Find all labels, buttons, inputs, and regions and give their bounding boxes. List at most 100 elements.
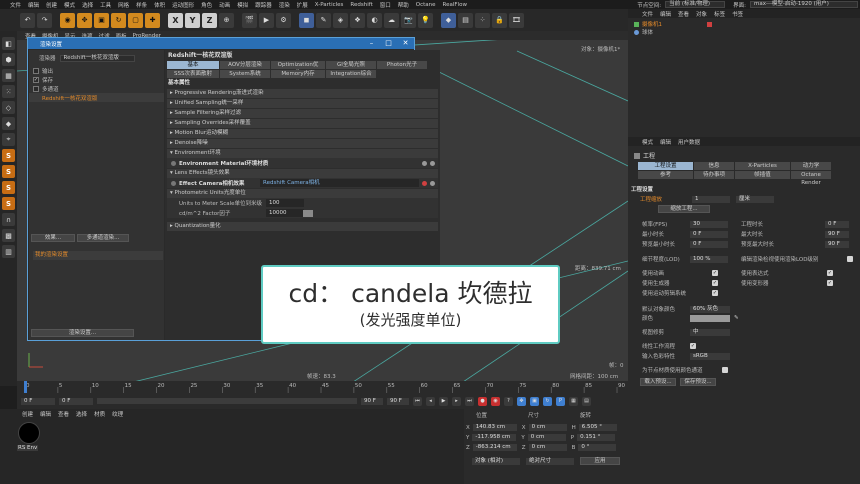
menu-item-window[interactable]: 窗口 [380, 1, 391, 9]
objects-menu-object[interactable]: 对象 [696, 10, 707, 18]
section-lens-effects[interactable]: ▾ Lens Effects镜头效果 [167, 169, 438, 178]
sidebar-item-output[interactable]: 输出 [29, 66, 164, 75]
use-generators-checkbox[interactable]: ✓ [712, 280, 718, 286]
materials-menu-texture[interactable]: 纹理 [112, 410, 123, 418]
prev-frame-icon[interactable]: ◂ [426, 396, 435, 406]
material-name[interactable]: RS Env [17, 445, 39, 451]
position-x-field[interactable]: 140.83 cm [472, 424, 517, 431]
section-quantization[interactable]: ▸ Quantization量化 [167, 222, 438, 231]
rotation-p-field[interactable]: 0.151 ° [577, 434, 616, 441]
key-icon[interactable]: ? [504, 396, 513, 406]
menu-item-create[interactable]: 创建 [46, 1, 57, 9]
color-swatch[interactable] [690, 314, 730, 322]
render-settings-icon[interactable]: ⚙ [276, 12, 291, 28]
undo-icon[interactable]: ↶ [20, 12, 35, 28]
section-photometric-units[interactable]: ▾ Photometric Units光度单位 [167, 189, 438, 198]
render-settings-titlebar[interactable]: 渲染设置 – □ ✕ [28, 38, 414, 49]
minimize-icon[interactable]: – [363, 38, 380, 49]
range-slider[interactable] [97, 398, 357, 404]
go-to-start-icon[interactable]: ⏮ [413, 396, 422, 406]
tab-info[interactable]: 信息 [694, 162, 734, 170]
attributes-menu-userdata[interactable]: 用户数据 [678, 138, 700, 146]
menu-item-tools[interactable]: 工具 [100, 1, 111, 9]
pick-icon[interactable] [422, 160, 427, 166]
redshift-s-icon[interactable]: S [2, 149, 15, 162]
tab-system[interactable]: System系统 [220, 70, 270, 78]
tab-dynamics[interactable]: 动力学 [791, 162, 831, 170]
subdivision-icon[interactable]: ◈ [333, 12, 348, 28]
y-axis-lock-button[interactable]: Y [185, 12, 200, 28]
size-z-field[interactable]: 0 cm [528, 444, 567, 451]
max-time-field[interactable]: 90 F [825, 230, 849, 238]
preview-start-field[interactable]: 0 F [59, 397, 93, 405]
menu-item-help[interactable]: 帮助 [398, 1, 409, 9]
apply-button[interactable]: 应用 [580, 457, 620, 465]
material-swatch[interactable] [18, 422, 40, 444]
coordinate-system-icon[interactable]: ⊕ [219, 12, 234, 28]
node-color-checkbox[interactable] [722, 367, 728, 373]
sidebar-item-save[interactable]: ✓ 保存 [29, 75, 164, 84]
preview-end-field[interactable]: 90 F [387, 397, 409, 405]
points-mode-icon[interactable]: ⁙ [2, 85, 15, 98]
scale-project-button[interactable]: 缩放工程... [658, 205, 710, 213]
redo-icon[interactable]: ↷ [37, 12, 52, 28]
materials-menu-select[interactable]: 选择 [76, 410, 87, 418]
polygons-mode-icon[interactable]: ◆ [2, 117, 15, 130]
my-render-settings[interactable]: 我的渲染设置 [33, 251, 163, 260]
load-preset-button[interactable]: 载入预设... [640, 378, 676, 386]
render-lod-checkbox[interactable] [847, 256, 853, 262]
tab-sss[interactable]: SSS次表面散射 [167, 70, 219, 78]
position-z-field[interactable]: -863.214 cm [472, 444, 517, 451]
menu-item-select[interactable]: 选择 [82, 1, 93, 9]
make-editable-icon[interactable]: ◧ [2, 37, 15, 50]
grid-key-icon[interactable]: ▦ [569, 396, 578, 406]
film-icon[interactable]: ▤ [582, 396, 591, 406]
materials-menu-view[interactable]: 查看 [58, 410, 69, 418]
objects-menu-bookmarks[interactable]: 书签 [732, 10, 743, 18]
linear-workflow-checkbox[interactable]: ✓ [690, 343, 696, 349]
cdm-slider-handle[interactable] [303, 209, 313, 217]
menu-item-xparticles[interactable]: X-Particles [315, 2, 344, 8]
z-axis-lock-button[interactable]: Z [202, 12, 217, 28]
rotate-key-icon[interactable]: ↻ [543, 396, 552, 406]
size-y-field[interactable]: 0 cm [527, 434, 566, 441]
menu-item-mode[interactable]: 模式 [64, 1, 75, 9]
menu-arrow-icon[interactable] [430, 180, 435, 186]
camera-icon[interactable]: 📷 [401, 12, 416, 28]
attributes-menu-mode[interactable]: 模式 [642, 138, 653, 146]
lock-icon[interactable]: 🔒 [492, 12, 507, 28]
scale-key-icon[interactable]: ▣ [530, 396, 539, 406]
tab-xparticles[interactable]: X-Particles [735, 162, 790, 170]
edges-mode-icon[interactable]: ◇ [2, 101, 15, 114]
project-scale-field[interactable]: 1 [692, 195, 730, 203]
axis-icon[interactable]: ✚ [145, 12, 160, 28]
interface-dropdown[interactable]: max---模型-启动-1920 (用户) [750, 1, 858, 8]
menu-item-simulate[interactable]: 模拟 [237, 1, 248, 9]
recent-tool-icon[interactable]: ▢ [128, 12, 143, 28]
move-icon[interactable]: ✥ [77, 12, 92, 28]
section-environment[interactable]: ▾ Environment环境 [167, 149, 438, 158]
menu-item-animate[interactable]: 动画 [219, 1, 230, 9]
grid-icon[interactable]: ▥ [2, 245, 15, 258]
menu-item-extensions[interactable]: 扩展 [297, 1, 308, 9]
pen-icon[interactable]: ✎ [316, 12, 331, 28]
start-frame-field[interactable]: 0 F [21, 397, 55, 405]
menu-arrow-icon[interactable] [430, 160, 435, 166]
position-y-field[interactable]: -117.958 cm [472, 434, 517, 441]
bucket-icon[interactable]: ▤ [458, 12, 473, 28]
section-denoise[interactable]: ▸ Denoise降噪 [167, 139, 438, 148]
objects-menu-tags[interactable]: 标签 [714, 10, 725, 18]
section-sampling-overrides[interactable]: ▸ Sampling Overrides采样覆盖 [167, 119, 438, 128]
eyedropper-icon[interactable]: ✎ [734, 315, 739, 321]
use-deformers-checkbox[interactable]: ✓ [827, 280, 833, 286]
snap-icon[interactable]: ⌖ [2, 133, 15, 146]
tag-icon[interactable]: ◆ [441, 12, 456, 28]
section-motion-blur[interactable]: ▸ Motion Blur运动模糊 [167, 129, 438, 138]
render-picture-viewer-icon[interactable]: ▶ [259, 12, 274, 28]
rotation-b-field[interactable]: 0 ° [578, 444, 617, 451]
maximize-icon[interactable]: □ [380, 38, 397, 49]
movie-icon[interactable]: 🎞 [509, 12, 524, 28]
render-settings-button[interactable]: 渲染设置... [31, 329, 134, 337]
texture-mode-icon[interactable]: ▦ [2, 69, 15, 82]
x-axis-lock-button[interactable]: X [168, 12, 183, 28]
